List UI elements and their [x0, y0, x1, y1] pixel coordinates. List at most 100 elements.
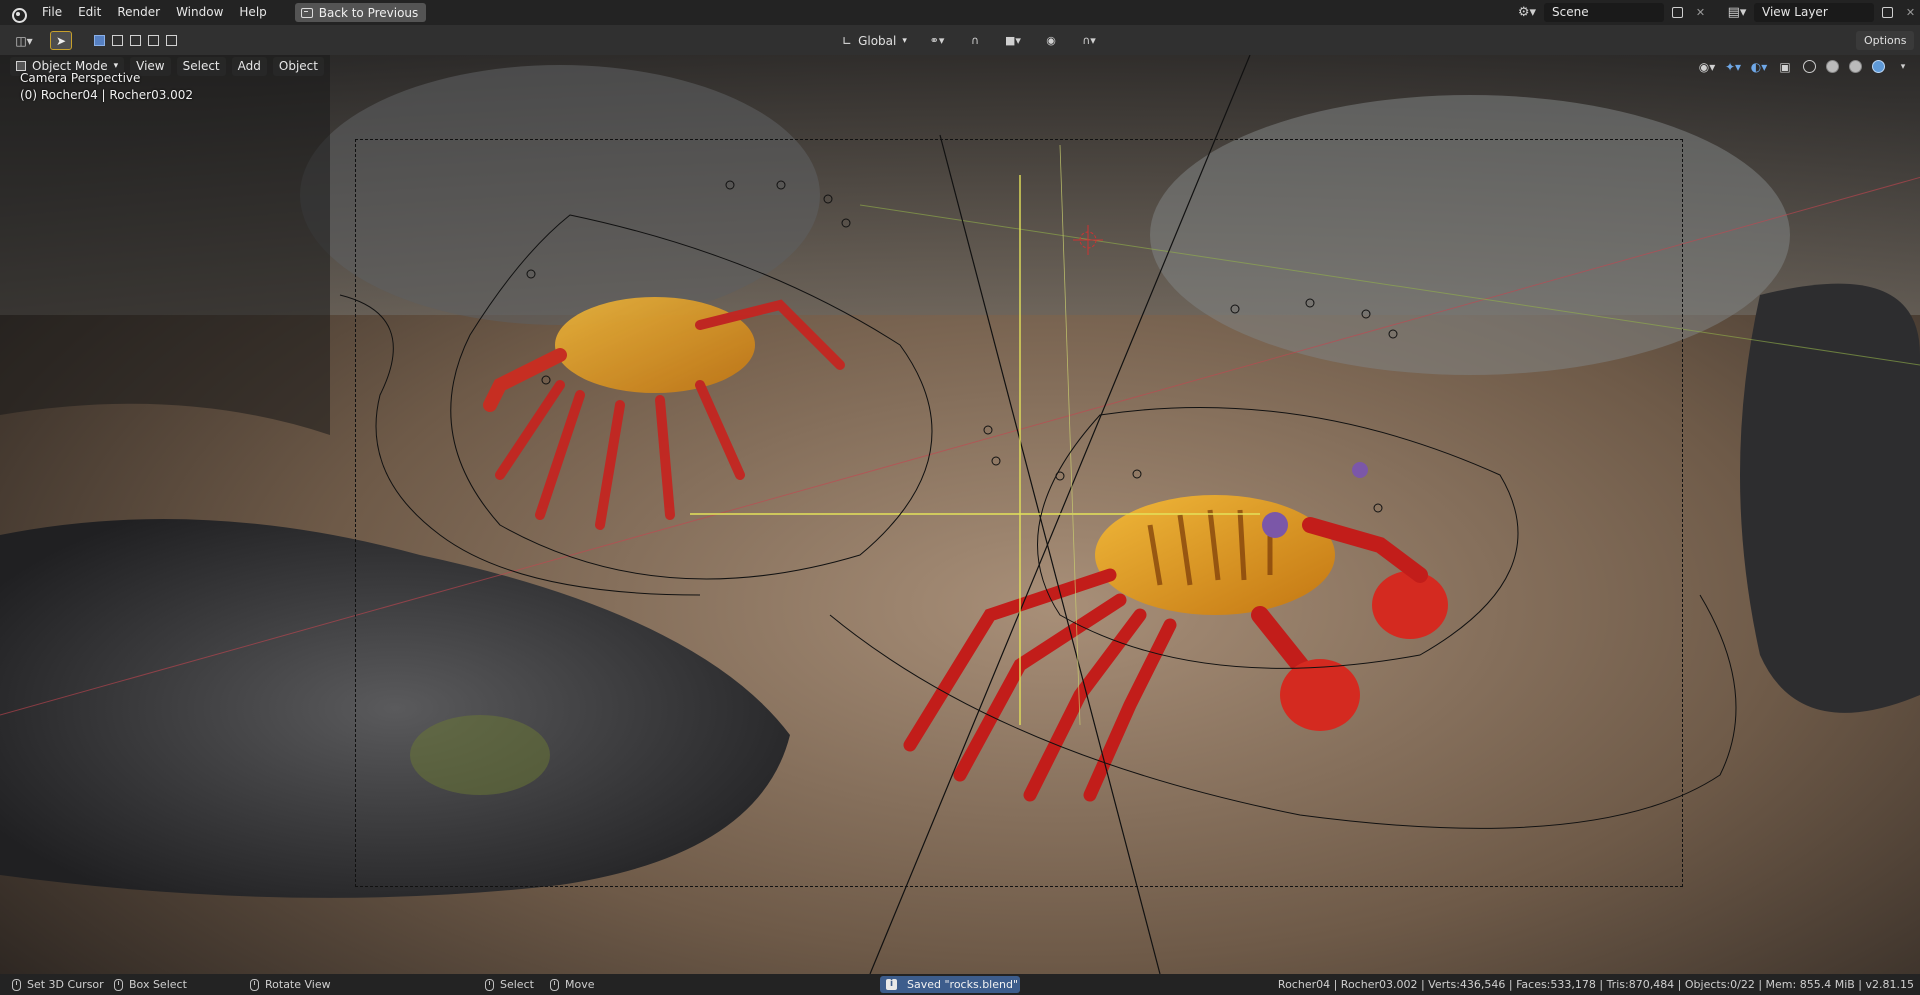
snap-square-icon: ■▾ [1005, 34, 1021, 47]
gizmo-icon: ✦▾ [1724, 59, 1742, 74]
scene-icon[interactable]: ⚙▾ [1514, 3, 1540, 22]
selection-mode-intersect[interactable] [160, 31, 182, 50]
gizmo-toggle[interactable]: ✦▾ [1722, 57, 1744, 76]
view-layer-name-field[interactable]: View Layer [1754, 3, 1874, 22]
magnet-icon: ∩ [970, 34, 980, 47]
mouse-middle-icon [250, 978, 259, 991]
screen-icon [300, 7, 313, 18]
solid-sphere-icon [1826, 60, 1839, 73]
xray-toggle[interactable]: ▣ [1774, 57, 1796, 76]
hint-rotate-view: Rotate View [250, 974, 331, 995]
delete-view-layer-button[interactable]: ✕ [1901, 3, 1920, 22]
options-dropdown[interactable]: Options ▾ [1856, 31, 1914, 66]
hint-move: Move [550, 974, 595, 995]
shading-wireframe[interactable] [1800, 57, 1819, 76]
chevron-down-icon: ▾ [113, 61, 119, 71]
hint-move-label: Move [565, 978, 595, 991]
mouse-drag-icon [114, 978, 123, 991]
copy-icon [1882, 7, 1893, 18]
falloff-curve-icon: ∩▾ [1082, 34, 1096, 47]
viewport-menu-object[interactable]: Object [272, 56, 324, 76]
hint-set-3d-cursor-label: Set 3D Cursor [27, 978, 104, 991]
active-object-label: (0) Rocher04 | Rocher03.002 [20, 88, 194, 102]
select-new-icon [93, 35, 105, 46]
close-icon: ✕ [1695, 6, 1706, 19]
hint-rotate-view-label: Rotate View [265, 978, 331, 991]
menu-file[interactable]: File [34, 0, 70, 25]
material-sphere-icon [1849, 60, 1862, 73]
cursor-arrow-icon: ➤ [55, 33, 67, 48]
menu-help[interactable]: Help [231, 0, 274, 25]
info-icon: i [886, 979, 897, 990]
copy-icon [1672, 7, 1683, 18]
blender-logo-icon[interactable] [10, 5, 27, 23]
select-extend-icon [111, 35, 123, 46]
xray-icon: ▣ [1779, 59, 1791, 74]
editor-type-dropdown[interactable]: ◫▾ [10, 31, 38, 50]
shading-rendered[interactable] [1869, 57, 1888, 76]
scene-name-field[interactable]: Scene [1544, 3, 1664, 22]
new-view-layer-button[interactable] [1878, 3, 1897, 22]
new-scene-button[interactable] [1668, 3, 1687, 22]
select-tool-button[interactable]: ➤ [50, 31, 72, 50]
orientation-axis-icon: ∟ [842, 33, 853, 48]
snap-toggle[interactable]: ∩ [960, 31, 990, 50]
eye-icon: ◉▾ [1698, 59, 1716, 74]
transform-orientation-dropdown[interactable]: ∟ Global ▾ [836, 31, 914, 50]
falloff-dropdown[interactable]: ∩▾ [1074, 31, 1104, 50]
back-to-previous-label: Back to Previous [318, 5, 419, 20]
hint-select-label: Select [500, 978, 534, 991]
object-mode-icon [16, 61, 26, 71]
chevron-down-icon: ▾ [902, 35, 907, 46]
options-label: Options [1864, 34, 1907, 47]
proportional-edit-toggle[interactable]: ◉ [1036, 31, 1066, 50]
viewport-shading-controls: ◉▾ ✦▾ ◐▾ ▣ ▾ [1696, 57, 1914, 76]
delete-scene-button[interactable]: ✕ [1691, 3, 1710, 22]
saved-message: Saved "rocks.blend" [907, 978, 1019, 991]
mouse-right-icon [485, 978, 494, 991]
view-layer-icon[interactable]: ▤▾ [1724, 3, 1750, 22]
transform-tools: ∟ Global ▾ ⚭▾ ∩ ■▾ ◉ ∩▾ [836, 31, 1104, 50]
back-to-previous-button[interactable]: Back to Previous [294, 3, 427, 22]
viewport-menu-add[interactable]: Add [231, 56, 267, 76]
transform-orientation-label: Global [858, 33, 897, 48]
hint-box-select: Box Select [114, 974, 187, 995]
overlays-icon: ◐▾ [1750, 59, 1768, 74]
chevron-down-icon: ▾ [1900, 61, 1906, 72]
snap-target-dropdown[interactable]: ■▾ [998, 31, 1028, 50]
rendered-sphere-icon [1872, 60, 1885, 73]
mouse-drag-icon [550, 978, 559, 991]
scene-statistics: Rocher04 | Rocher03.002 | Verts:436,546 … [1277, 978, 1914, 991]
overlays-toggle[interactable]: ◐▾ [1748, 57, 1770, 76]
view-layer-selector: ▤▾ View Layer ✕ [1724, 3, 1920, 22]
menu-edit[interactable]: Edit [70, 0, 109, 25]
saved-report-badge[interactable]: i Saved "rocks.blend" [880, 976, 1020, 993]
mouse-left-icon [12, 978, 21, 991]
wireframe-sphere-icon [1803, 60, 1816, 73]
viewport-header: Object Mode ▾ View Select Add Object [0, 55, 1920, 77]
shading-options-dropdown[interactable]: ▾ [1892, 57, 1914, 76]
hint-select: Select [485, 974, 534, 995]
close-icon: ✕ [1905, 6, 1916, 19]
scene-selector: ⚙▾ Scene ✕ [1514, 3, 1710, 22]
select-intersect-icon [165, 35, 177, 46]
menu-window[interactable]: Window [168, 0, 231, 25]
workspace-selectors: ⚙▾ Scene ✕ ▤▾ View Layer ✕ [1514, 0, 1920, 25]
shading-material[interactable] [1846, 57, 1865, 76]
camera-frame [355, 139, 1683, 887]
status-bar: Set 3D Cursor Box Select Rotate View Sel… [0, 974, 1920, 995]
select-subtract-icon [129, 35, 141, 46]
view-perspective-label: Camera Perspective [20, 71, 141, 85]
tool-header: ◫▾ ➤ ∟ Global ▾ ⚭▾ ∩ ■▾ ◉ ∩▾ Options ▾ [0, 25, 1920, 66]
hint-set-3d-cursor: Set 3D Cursor [12, 974, 104, 995]
pivot-point-dropdown[interactable]: ⚭▾ [922, 31, 952, 50]
visibility-dropdown[interactable]: ◉▾ [1696, 57, 1718, 76]
3d-viewport[interactable]: Object Mode ▾ View Select Add Object ◉▾ … [0, 55, 1920, 974]
link-icon: ⚭▾ [929, 34, 945, 47]
proportional-edit-icon: ◉ [1046, 34, 1056, 47]
viewport-menu-select[interactable]: Select [176, 56, 226, 76]
shading-solid[interactable] [1823, 57, 1842, 76]
menu-render[interactable]: Render [109, 0, 168, 25]
top-menu-bar: File Edit Render Window Help Back to Pre… [0, 0, 1920, 25]
hint-box-select-label: Box Select [129, 978, 187, 991]
